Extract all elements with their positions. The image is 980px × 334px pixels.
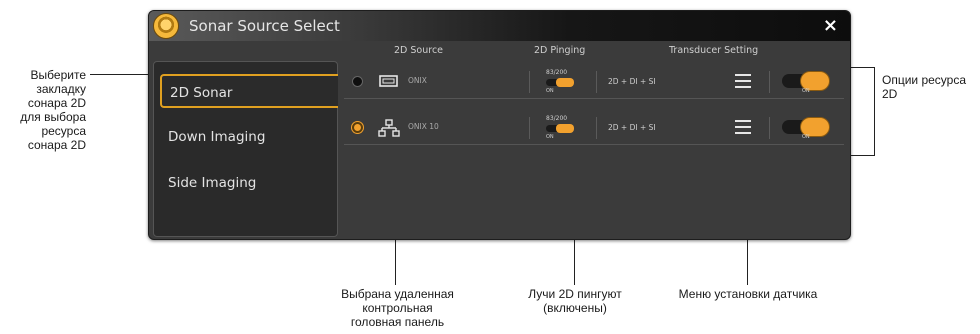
toggle-knob xyxy=(556,124,574,133)
divider xyxy=(596,117,597,139)
transducer-toggle[interactable]: ON xyxy=(782,116,832,140)
pinging-frequency: 83/200 xyxy=(546,69,568,76)
display-icon xyxy=(379,75,398,87)
title-bar: Sonar Source Select × xyxy=(149,11,850,41)
transducer-toggle[interactable]: ON xyxy=(782,70,832,94)
divider xyxy=(529,117,530,139)
callout-line-tab xyxy=(90,74,152,75)
divider xyxy=(529,71,530,93)
toggle-state: ON xyxy=(802,88,810,94)
toggle-state: ON xyxy=(802,134,810,140)
transducer-setting-value: 2D + DI + SI xyxy=(608,77,656,86)
callout-select-tab: Выберите закладку сонара 2D для выбора р… xyxy=(20,68,86,152)
callout-2d-options: Опции ресурса 2D xyxy=(882,73,967,101)
source-name: ONIX xyxy=(408,76,427,85)
tab-down-imaging[interactable]: Down Imaging xyxy=(160,120,334,154)
source-row: ONIX 10 83/200 ON 2D + DI + SI ON xyxy=(344,111,844,145)
pinging-toggle[interactable]: 83/200 ON xyxy=(546,115,586,141)
toggle-state: ON xyxy=(546,88,554,94)
callout-transducer-menu: Меню установки датчика xyxy=(678,287,818,301)
tab-side-imaging[interactable]: Side Imaging xyxy=(160,166,334,200)
source-name: ONIX 10 xyxy=(408,122,439,131)
toggle-state: ON xyxy=(546,134,554,140)
tab-2d-sonar[interactable]: 2D Sonar xyxy=(160,74,338,108)
divider xyxy=(769,71,770,93)
callout-pinging: Лучи 2D пингуют (включены) xyxy=(528,287,622,315)
source-row: ONIX 83/200 ON 2D + DI + SI ON xyxy=(344,65,844,99)
sonar-source-dialog: Sonar Source Select × 2D Source 2D Pingi… xyxy=(148,10,851,240)
pinging-toggle[interactable]: 83/200 ON xyxy=(546,69,586,95)
source-radio[interactable] xyxy=(352,76,363,87)
source-list: ONIX 83/200 ON 2D + DI + SI ON ONIX 10 8… xyxy=(338,61,848,237)
pinging-frequency: 83/200 xyxy=(546,115,568,122)
transducer-setting-value: 2D + DI + SI xyxy=(608,123,656,132)
callout-bracket-vertical xyxy=(874,67,875,156)
hamburger-menu-icon[interactable] xyxy=(735,74,751,88)
header-transducer-setting: Transducer Setting xyxy=(669,45,759,56)
network-icon xyxy=(378,119,400,137)
divider xyxy=(596,71,597,93)
header-2d-source: 2D Source xyxy=(394,45,444,56)
divider xyxy=(769,117,770,139)
column-headers: 2D Source 2D Pinging Transducer Setting xyxy=(339,45,849,61)
toggle-knob xyxy=(556,78,574,87)
hamburger-menu-icon[interactable] xyxy=(735,120,751,134)
header-2d-pinging: 2D Pinging xyxy=(534,45,586,56)
close-icon[interactable]: × xyxy=(823,15,838,36)
app-logo-icon xyxy=(153,13,179,39)
dialog-title: Sonar Source Select xyxy=(189,17,340,35)
source-radio[interactable] xyxy=(352,122,363,133)
callout-remote-head: Выбрана удаленная контрольная головная п… xyxy=(341,287,454,329)
sonar-tabs: 2D Sonar Down Imaging Side Imaging xyxy=(153,61,338,237)
